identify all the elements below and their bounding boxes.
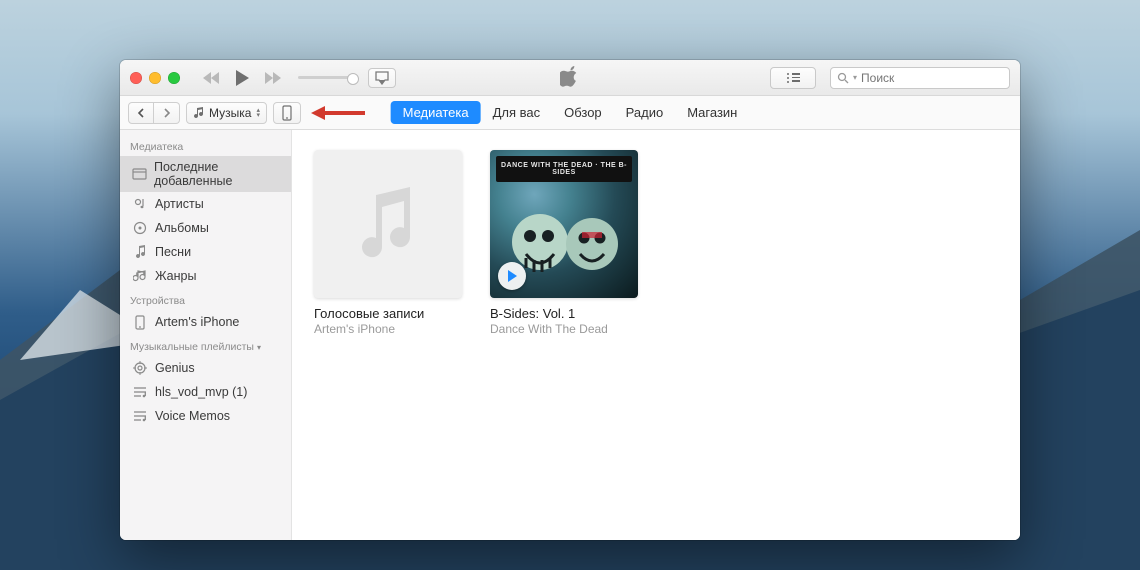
window-titlebar: ▾ [120,60,1020,96]
album-subtitle: Artem's iPhone [314,322,462,336]
media-type-selector[interactable]: Музыка ▴▾ [186,102,267,124]
library-tabs: МедиатекаДля васОбзорРадиоМагазин [391,101,750,124]
sidebar-item[interactable]: Genius [120,356,291,380]
search-icon [837,72,849,84]
sidebar-item-label: Последние добавленные [154,160,283,188]
nav-back-button[interactable] [128,102,154,124]
album-title: B-Sides: Vol. 1 [490,306,638,321]
sidebar-item-label: Артисты [155,197,204,211]
apple-logo-icon [560,66,580,93]
tab-обзор[interactable]: Обзор [552,101,614,124]
window-body: Медиатека Последние добавленные Артисты Аль… [120,130,1020,540]
media-type-label: Музыка [209,106,251,120]
artist-icon [132,196,148,212]
playlist-icon [132,384,148,400]
previous-icon [202,71,220,85]
chevron-down-icon: ▾ [853,73,857,82]
sidebar-item[interactable]: Песни [120,240,291,264]
device-button[interactable] [273,102,301,124]
sidebar: Медиатека Последние добавленные Артисты Аль… [120,130,292,540]
itunes-window: ▾ Музыка ▴▾ Медиатек [120,60,1020,540]
sidebar-section-title: Устройства [120,288,291,310]
chevron-right-icon [163,108,171,118]
content-area: Голосовые записиArtem's iPhoneDANCE WITH… [292,130,1020,540]
view-as-list-button[interactable] [770,67,816,89]
sidebar-item[interactable]: Альбомы [120,216,291,240]
sidebar-item-label: Voice Memos [155,409,230,423]
chevron-down-icon: ▾ [257,343,261,352]
sidebar-item-label: Artem's iPhone [155,315,239,329]
close-button[interactable] [130,72,142,84]
tab-медиатека[interactable]: Медиатека [391,101,481,124]
sidebar-item[interactable]: Voice Memos [120,404,291,428]
tab-радио[interactable]: Радио [614,101,676,124]
phone-icon [132,314,148,330]
search-input[interactable] [861,71,1016,85]
sidebar-section-title: Медиатека [120,134,291,156]
playlist-icon [132,408,148,424]
nav-forward-button[interactable] [154,102,180,124]
previous-track-button[interactable] [198,69,224,87]
sidebar-section-title[interactable]: Музыкальные плейлисты▾ [120,334,291,356]
album-cover[interactable] [314,150,462,298]
sidebar-item-label: hls_vod_mvp (1) [155,385,247,399]
album-tile[interactable]: Голосовые записиArtem's iPhone [314,150,462,336]
play-icon [506,269,518,283]
sidebar-item[interactable]: Артисты [120,192,291,216]
sidebar-item-label: Жанры [155,269,196,283]
next-icon [264,71,282,85]
recent-icon [132,166,147,182]
secondary-toolbar: Музыка ▴▾ МедиатекаДля васОбзорРадиоМага… [120,96,1020,130]
nav-history-buttons [128,102,180,124]
volume-slider[interactable] [298,76,354,79]
annotation-arrow [311,104,367,122]
sidebar-item[interactable]: Artem's iPhone [120,310,291,334]
next-track-button[interactable] [260,69,286,87]
genius-icon [132,360,148,376]
sidebar-item[interactable]: hls_vod_mvp (1) [120,380,291,404]
sidebar-item[interactable]: Жанры [120,264,291,288]
music-placeholder-icon [356,187,420,261]
window-controls [130,72,180,84]
album-title: Голосовые записи [314,306,462,321]
play-overlay-button[interactable] [498,262,526,290]
search-field[interactable]: ▾ [830,67,1010,89]
music-note-icon [193,107,204,119]
album-cover[interactable]: DANCE WITH THE DEAD · THE B-SIDES [490,150,638,298]
sidebar-item-label: Альбомы [155,221,209,235]
airplay-button[interactable] [368,68,396,88]
tab-для вас[interactable]: Для вас [481,101,553,124]
album-subtitle: Dance With The Dead [490,322,638,336]
sidebar-item-label: Песни [155,245,191,259]
song-icon [132,244,148,260]
phone-device-icon [282,105,292,121]
tab-магазин[interactable]: Магазин [675,101,749,124]
album-tile[interactable]: DANCE WITH THE DEAD · THE B-SIDES B-Sides… [490,150,638,336]
zoom-button[interactable] [168,72,180,84]
album-icon [132,220,148,236]
play-button[interactable] [230,67,254,89]
chevron-left-icon [137,108,145,118]
playback-controls [198,67,286,89]
minimize-button[interactable] [149,72,161,84]
sidebar-item[interactable]: Последние добавленные [120,156,291,192]
up-down-chevron-icon: ▴▾ [256,108,260,118]
airplay-icon [374,71,390,85]
sidebar-item-label: Genius [155,361,195,375]
genre-icon [132,268,148,284]
play-icon [234,69,250,87]
